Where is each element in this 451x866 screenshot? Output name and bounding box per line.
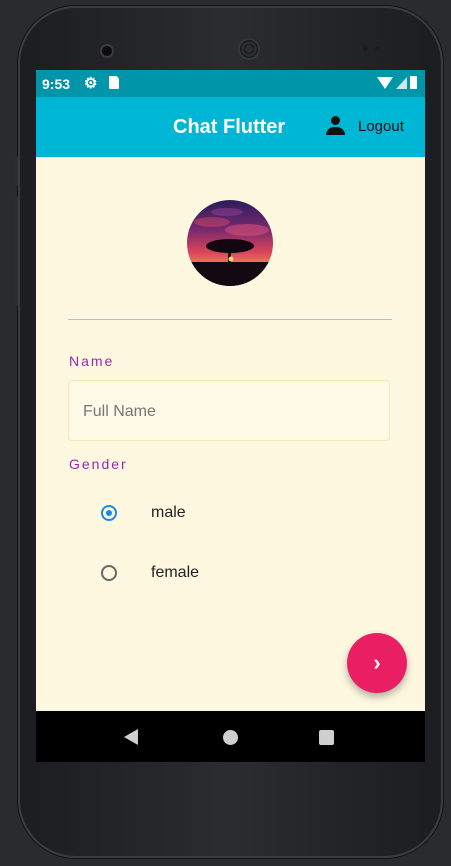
divider [68,319,392,320]
back-icon[interactable] [124,729,138,745]
wifi-icon [377,76,393,89]
proximity-sensor [363,46,368,51]
radio-button-selected[interactable] [101,505,117,521]
logout-label: Logout [358,117,404,135]
front-camera [102,46,112,56]
status-bar: 9:53 ⚙ [36,70,425,97]
gender-option-male[interactable]: male [101,501,186,525]
gender-option-label: male [151,504,186,521]
gender-option-label: female [151,564,200,581]
sd-card-icon [109,76,119,89]
full-name-field[interactable] [68,380,390,441]
full-name-input[interactable] [81,399,375,425]
earpiece-speaker [240,40,258,58]
page-title: Chat Flutter [173,116,286,138]
signal-icon [396,76,407,89]
phone-screen: 9:53 ⚙ Chat Flutter Logout Name Full Nam… [36,70,425,762]
radio-button-unselected[interactable] [101,565,117,581]
gear-icon: ⚙ [84,75,98,92]
next-button[interactable]: › [347,633,407,693]
battery-icon [410,76,417,89]
side-button [14,196,18,306]
name-label: Name [69,353,115,369]
avatar[interactable] [187,200,273,286]
gender-label: Gender [69,456,128,472]
navigation-bar [36,711,425,762]
chevron-right-icon: › [373,650,381,675]
gender-option-female[interactable]: female [101,561,199,585]
logout-button[interactable]: Logout [326,116,404,136]
status-time: 9:53 [42,76,71,92]
person-icon [326,116,345,136]
status-icons [377,76,417,89]
recents-icon[interactable] [319,730,334,745]
app-bar: Chat Flutter Logout [36,97,425,157]
proximity-sensor [375,46,380,51]
side-button [14,156,18,186]
home-icon[interactable] [223,730,238,745]
